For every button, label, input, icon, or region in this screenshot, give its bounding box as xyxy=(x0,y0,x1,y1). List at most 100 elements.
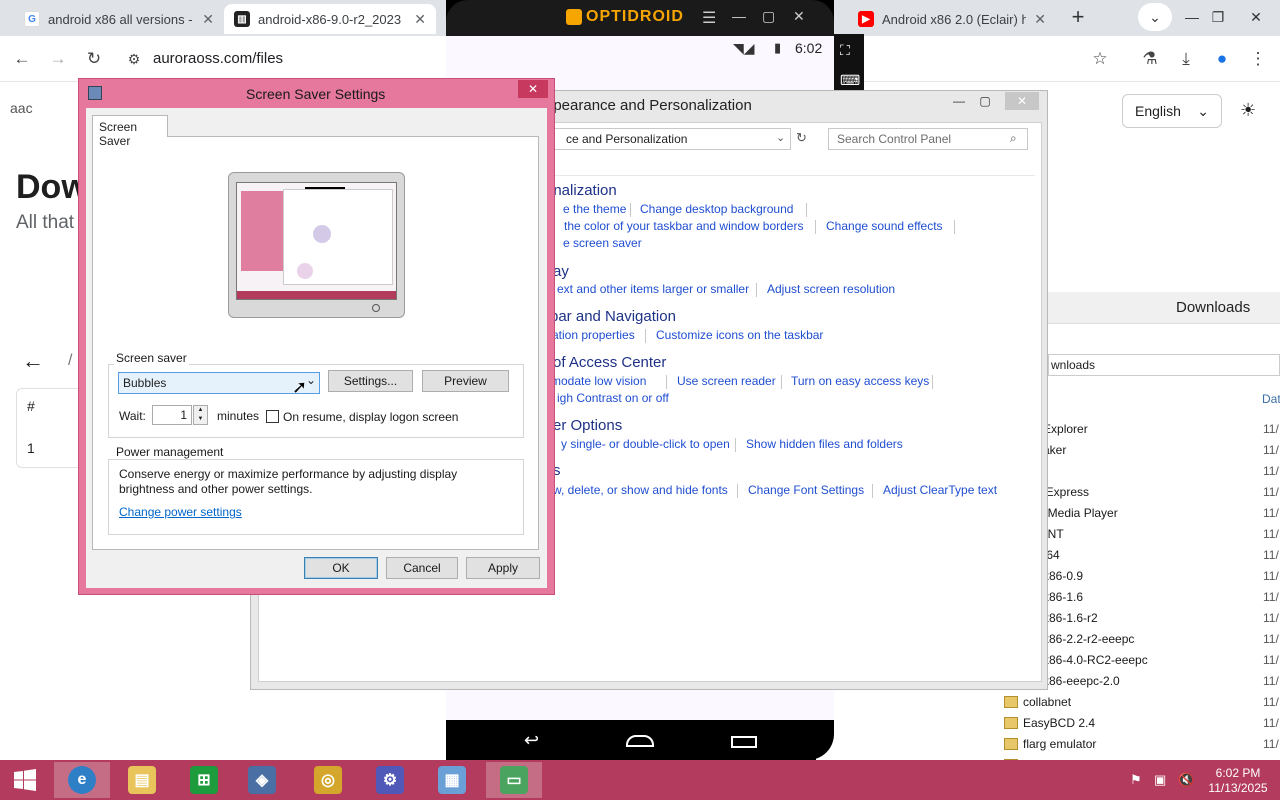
hamburger-menu-icon[interactable]: ☰ xyxy=(702,8,716,28)
address-path[interactable]: ce and Personalization xyxy=(545,128,791,150)
taskbar-app-store[interactable]: ⊞ xyxy=(176,762,232,798)
minimize-icon[interactable]: — xyxy=(732,8,746,24)
change-power-settings-link[interactable]: Change power settings xyxy=(119,505,242,519)
network-icon[interactable]: ▣ xyxy=(1154,772,1166,788)
close-tab-icon[interactable]: ✕ xyxy=(202,11,214,28)
section-ease-of-access[interactable]: of Access Center xyxy=(553,354,666,371)
maximize-icon[interactable]: ▢ xyxy=(972,93,998,109)
restore-icon[interactable]: ❐ xyxy=(1198,2,1238,32)
link-theme[interactable]: e the theme xyxy=(563,202,626,216)
chevron-down-icon[interactable]: ⌄ xyxy=(306,373,316,387)
apply-button[interactable]: Apply xyxy=(466,557,540,579)
link-cleartype[interactable]: Adjust ClearType text xyxy=(883,483,997,497)
link-screen-resolution[interactable]: Adjust screen resolution xyxy=(767,282,895,296)
tab-screen-saver[interactable]: Screen Saver xyxy=(92,115,168,148)
theme-toggle-icon[interactable]: ☀ xyxy=(1240,100,1256,121)
link-text-size[interactable]: ext and other items larger or smaller xyxy=(557,282,749,296)
link-sound-effects[interactable]: Change sound effects xyxy=(826,219,943,233)
site-info-icon[interactable]: ⚙ xyxy=(120,46,148,72)
maximize-icon[interactable]: ▢ xyxy=(762,8,775,25)
link-desktop-background[interactable]: Change desktop background xyxy=(640,202,793,216)
tab-search-icon[interactable]: ⌄ xyxy=(1138,3,1172,31)
link-click-to-open[interactable]: y single- or double-click to open xyxy=(561,437,730,451)
start-button[interactable] xyxy=(0,762,50,798)
date-column-header[interactable]: Dat xyxy=(1262,392,1280,406)
ok-button[interactable]: OK xyxy=(304,557,378,579)
site-logo[interactable]: aac xyxy=(10,100,33,116)
new-tab-button[interactable]: + xyxy=(1058,2,1098,32)
link-font-settings[interactable]: Change Font Settings xyxy=(748,483,864,497)
browser-tab-active[interactable]: ▥ android-x86-9.0-r2_2023 ✕ xyxy=(224,4,436,34)
power-description-line1: Conserve energy or maximize performance … xyxy=(119,467,458,481)
close-tab-icon[interactable]: ✕ xyxy=(1034,11,1046,28)
link-taskbar-color[interactable]: the color of your taskbar and window bor… xyxy=(564,219,803,233)
wait-spinner[interactable]: ▲ ▼ xyxy=(193,405,208,425)
downloads-path[interactable]: wnloads xyxy=(1048,354,1280,376)
taskbar-app-virtualbox[interactable]: ◈ xyxy=(234,762,290,798)
section-taskbar-navigation[interactable]: bar and Navigation xyxy=(550,308,676,325)
screen-saver-select[interactable]: Bubbles xyxy=(118,372,320,394)
settings-button[interactable]: Settings... xyxy=(328,370,413,392)
download-item[interactable]: flarg emulator xyxy=(1023,737,1096,751)
link-low-vision[interactable]: modate low vision xyxy=(551,374,646,388)
section-personalization[interactable]: onalization xyxy=(545,182,617,199)
close-icon[interactable]: ✕ xyxy=(518,80,548,98)
link-navigation-properties[interactable]: ation properties xyxy=(552,328,635,342)
downloads-icon[interactable]: ⤓ xyxy=(1172,46,1200,72)
link-high-contrast[interactable]: igh Contrast on or off xyxy=(557,391,669,405)
nav-recents-icon[interactable] xyxy=(731,736,757,748)
keyboard-icon[interactable]: ⌨ xyxy=(840,72,860,89)
back-arrow-icon[interactable]: ← xyxy=(22,348,44,374)
resume-logon-label[interactable]: On resume, display logon screen xyxy=(283,410,458,424)
volume-muted-icon[interactable]: 🔇 xyxy=(1178,772,1194,788)
browser-tab[interactable]: G android x86 all versions - G ✕ xyxy=(14,4,224,34)
link-screen-reader[interactable]: Use screen reader xyxy=(677,374,776,388)
close-window-icon[interactable]: ✕ xyxy=(1236,2,1276,32)
taskbar-app-screen-saver[interactable]: ▭ xyxy=(486,762,542,798)
section-folder-options[interactable]: er Options xyxy=(553,417,622,434)
close-icon[interactable]: ✕ xyxy=(793,8,805,25)
minimize-icon[interactable]: — xyxy=(946,93,972,109)
search-input[interactable]: Search Control Panel xyxy=(828,128,1028,150)
taskbar-app-ie[interactable]: e xyxy=(54,762,110,798)
close-icon[interactable]: ✕ xyxy=(1005,92,1039,110)
fullscreen-icon[interactable]: ⛶ xyxy=(840,42,850,59)
taskbar-app-settings[interactable]: ⚙ xyxy=(362,762,418,798)
back-icon[interactable]: ← xyxy=(8,46,36,72)
address-bar[interactable]: auroraoss.com/files xyxy=(153,50,283,67)
taskbar-clock[interactable]: 6:02 PM 11/13/2025 xyxy=(1205,766,1271,796)
labs-flask-icon[interactable]: ⚗ xyxy=(1136,46,1164,72)
profile-icon[interactable]: ● xyxy=(1208,46,1236,72)
cancel-button[interactable]: Cancel xyxy=(386,557,458,579)
menu-kebab-icon[interactable]: ⋮ xyxy=(1244,46,1272,72)
close-tab-icon[interactable]: ✕ xyxy=(414,11,426,28)
taskbar-app-control-panel[interactable]: ▦ xyxy=(424,762,480,798)
link-fonts[interactable]: w, delete, or show and hide fonts xyxy=(553,483,728,497)
nav-back-icon[interactable]: ↩ xyxy=(524,730,539,751)
divider xyxy=(630,203,631,217)
wait-minutes-input[interactable]: 1 xyxy=(152,405,192,425)
bookmark-star-icon[interactable]: ☆ xyxy=(1086,46,1114,72)
resume-logon-checkbox[interactable] xyxy=(266,410,279,423)
taskbar-app-android[interactable]: ◎ xyxy=(300,762,356,798)
language-select[interactable]: English ⌄ xyxy=(1122,94,1222,128)
taskbar-app-explorer[interactable]: ▤ xyxy=(114,762,170,798)
link-customize-icons[interactable]: Customize icons on the taskbar xyxy=(656,328,823,342)
chevron-down-icon[interactable]: ⌄ xyxy=(776,131,785,144)
windows-logo-icon xyxy=(14,769,36,791)
reload-icon[interactable]: ↻ xyxy=(80,46,108,72)
link-hidden-files[interactable]: Show hidden files and folders xyxy=(746,437,903,451)
flag-icon[interactable]: ⚑ xyxy=(1130,772,1142,788)
download-item[interactable]: collabnet xyxy=(1023,695,1071,709)
nav-home-icon[interactable] xyxy=(626,735,654,747)
link-screen-saver[interactable]: e screen saver xyxy=(563,236,642,250)
download-date: 11/ xyxy=(1263,611,1279,625)
forward-icon[interactable]: → xyxy=(44,46,72,72)
preview-button[interactable]: Preview xyxy=(422,370,509,392)
link-access-keys[interactable]: Turn on easy access keys xyxy=(791,374,929,388)
section-display[interactable]: ay xyxy=(553,263,569,280)
download-item[interactable]: EasyBCD 2.4 xyxy=(1023,716,1095,730)
chevron-down-icon: ⌄ xyxy=(1197,102,1209,119)
browser-tab[interactable]: ▶ Android x86 2.0 (Eclair) ha ✕ xyxy=(848,4,1056,34)
refresh-icon[interactable]: ↻ xyxy=(796,130,807,146)
